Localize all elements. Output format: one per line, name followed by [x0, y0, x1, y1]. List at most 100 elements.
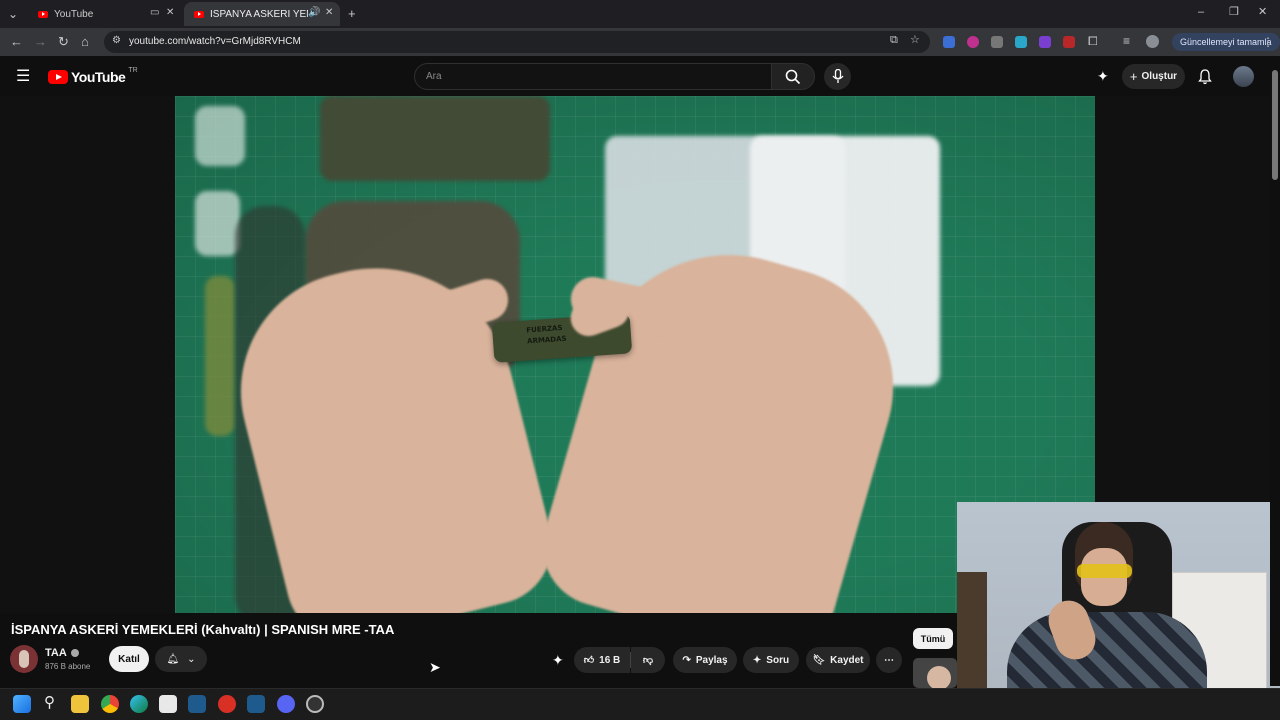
youtube-logo[interactable]: YouTube TR: [48, 66, 138, 85]
search-box[interactable]: Ara: [414, 63, 772, 90]
share-label: Paylaş: [695, 654, 728, 666]
mouse-cursor: ➤: [429, 659, 441, 675]
edge-icon[interactable]: [130, 695, 148, 713]
join-button[interactable]: Katıl: [109, 646, 149, 672]
steam-icon[interactable]: [188, 695, 206, 713]
bookmark-icon: 🔖︎: [812, 654, 826, 666]
search-icon: [785, 69, 801, 85]
chevron-down-icon: ⌄: [187, 653, 196, 665]
youtube-favicon-icon: [194, 10, 204, 18]
more-horizontal-icon: ⋯: [884, 654, 894, 666]
extensions-puzzle-icon[interactable]: ⧠: [1088, 35, 1098, 47]
extension-icon[interactable]: [991, 36, 1003, 48]
create-button[interactable]: + Oluştur: [1122, 64, 1185, 89]
extension-icon[interactable]: [943, 36, 955, 48]
tab-youtube[interactable]: YouTube ▭ ✕: [28, 2, 178, 26]
microsoft-store-icon[interactable]: [159, 695, 177, 713]
search-button[interactable]: [771, 63, 815, 90]
taskbar-search-icon[interactable]: ⚲: [44, 695, 55, 710]
reload-icon[interactable]: ↻: [58, 35, 69, 48]
package-label: FUERZAS: [526, 323, 563, 335]
media-control-icon[interactable]: ≡: [1123, 35, 1130, 47]
audio-playing-icon[interactable]: 🔊: [308, 8, 320, 18]
ask-label: Soru: [766, 654, 790, 666]
channel-avatar[interactable]: [10, 645, 38, 673]
address-bar[interactable]: ⚙ youtube.com/watch?v=GrMjd8RVHCM ⧉ ☆: [104, 31, 930, 53]
dislike-button[interactable]: 👎︎: [631, 647, 665, 673]
like-button[interactable]: 👍︎ 16 B: [574, 647, 630, 673]
notifications-bell-icon[interactable]: [1197, 69, 1213, 85]
app-icon[interactable]: [306, 695, 324, 713]
account-avatar[interactable]: [1233, 66, 1254, 87]
windows-start-icon[interactable]: [13, 695, 31, 713]
youtube-logo-icon: [48, 70, 68, 84]
yellow-glasses: [1077, 564, 1132, 578]
recommended-video-thumbnail[interactable]: [913, 658, 957, 688]
package-label: ARMADAS: [526, 334, 567, 346]
tab-title: YouTube: [54, 8, 94, 20]
youtube-logo-text: YouTube: [71, 69, 126, 85]
close-tab-icon[interactable]: ✕: [166, 8, 174, 18]
filter-all-label: Tümü: [920, 633, 946, 644]
region-code: TR: [128, 66, 138, 74]
join-label: Katıl: [118, 653, 140, 665]
minimize-icon[interactable]: –: [1198, 7, 1204, 18]
share-icon: ↷: [682, 654, 691, 666]
more-menu-icon[interactable]: ⋮: [1262, 36, 1274, 48]
search-placeholder: Ara: [426, 71, 442, 82]
youtube-favicon-icon: [38, 10, 48, 18]
back-icon[interactable]: ←: [10, 35, 23, 48]
tab-title: İSPANYA ASKERİ YEMEKLER: [210, 8, 308, 20]
browser-tab-bar: ⌄ YouTube ▭ ✕ İSPANYA ASKERİ YEMEKLER 🔊 …: [0, 0, 1280, 28]
install-app-icon[interactable]: ⧉: [890, 35, 898, 46]
like-count: 16 B: [599, 654, 621, 666]
scrollbar-thumb[interactable]: [1272, 70, 1278, 180]
bookmark-star-icon[interactable]: ☆: [910, 35, 920, 46]
url-text: youtube.com/watch?v=GrMjd8RVHCM: [129, 36, 301, 47]
channel-name-text: TAA: [45, 647, 67, 659]
update-label: Güncellemeyi tamamla: [1180, 37, 1272, 47]
filter-chip-all[interactable]: Tümü: [913, 628, 953, 649]
microphone-icon: [832, 69, 844, 83]
yandex-icon[interactable]: [218, 695, 236, 713]
thumbs-up-icon: 👍︎: [583, 655, 595, 666]
hamburger-menu-icon[interactable]: ☰: [16, 69, 30, 85]
gemini-sparkle-icon[interactable]: ✦: [1097, 69, 1109, 83]
more-actions-button[interactable]: ⋯: [876, 647, 902, 673]
voice-search-button[interactable]: [824, 63, 851, 90]
subscriber-count: 876 B abone: [45, 662, 91, 671]
forward-icon[interactable]: →: [34, 35, 47, 48]
thumbs-down-icon: 👎︎: [642, 655, 654, 666]
extension-icon[interactable]: [1015, 36, 1027, 48]
bell-icon: 🔔︎: [166, 653, 180, 665]
tab-active-video[interactable]: İSPANYA ASKERİ YEMEKLER 🔊 ✕: [184, 2, 340, 26]
new-tab-icon[interactable]: +: [348, 7, 356, 20]
ask-sparkle-icon[interactable]: ✦: [552, 653, 564, 667]
steam-icon-2[interactable]: [247, 695, 265, 713]
file-explorer-icon[interactable]: [71, 695, 89, 713]
sparkle-icon: ✦: [752, 654, 762, 666]
chrome-icon[interactable]: [101, 695, 119, 713]
plus-icon: +: [1129, 69, 1138, 84]
save-label: Kaydet: [830, 654, 864, 666]
close-tab-icon[interactable]: ✕: [325, 8, 333, 18]
channel-name[interactable]: TAA: [45, 647, 79, 659]
share-button[interactable]: ↷ Paylaş: [673, 647, 737, 673]
picture-in-picture-icon: ▭: [150, 7, 160, 18]
tab-search-icon[interactable]: ⌄: [8, 8, 18, 20]
site-info-icon[interactable]: ⚙: [112, 36, 121, 46]
video-title: İSPANYA ASKERİ YEMEKLERİ (Kahvaltı) | SP…: [11, 622, 395, 637]
extension-icon[interactable]: [1063, 36, 1075, 48]
close-window-icon[interactable]: ✕: [1258, 7, 1267, 18]
home-icon[interactable]: ⌂: [81, 35, 89, 48]
save-button[interactable]: 🔖︎ Kaydet: [806, 647, 870, 673]
discord-icon[interactable]: [277, 695, 295, 713]
extension-icon[interactable]: [1039, 36, 1051, 48]
profile-avatar[interactable]: [1146, 35, 1159, 48]
maximize-icon[interactable]: ❐: [1229, 7, 1239, 18]
create-label: Oluştur: [1141, 71, 1178, 82]
extension-icon[interactable]: [967, 36, 979, 48]
ask-button[interactable]: ✦ Soru: [743, 647, 799, 673]
subscription-bell-button[interactable]: 🔔︎ ⌄: [155, 646, 207, 672]
verified-badge-icon: [70, 649, 79, 657]
